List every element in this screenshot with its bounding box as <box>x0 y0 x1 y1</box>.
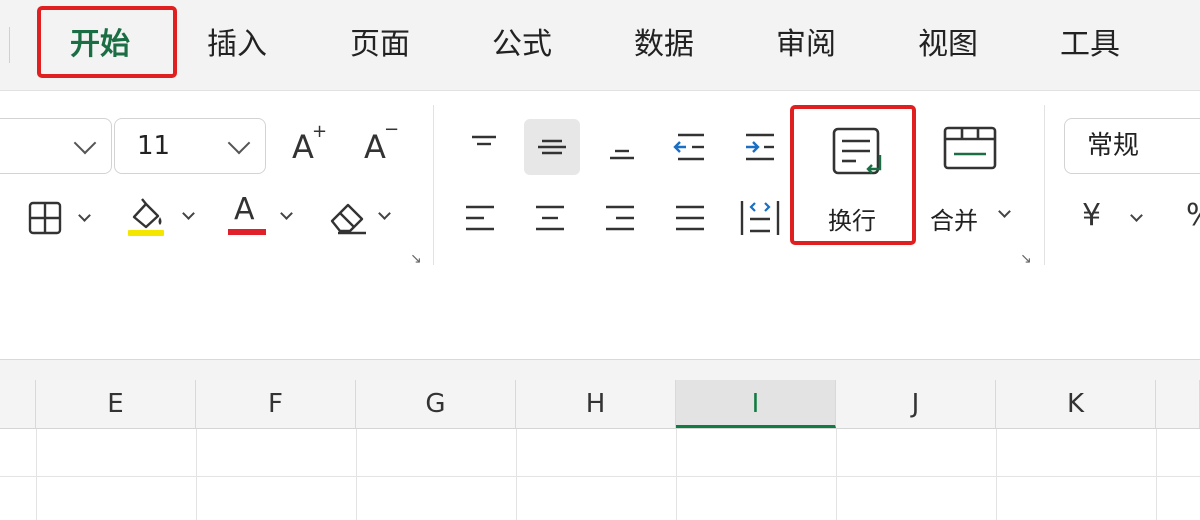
increase-font-size-button[interactable]: A + <box>290 121 330 167</box>
column-header-prev[interactable] <box>0 380 36 428</box>
align-top-button[interactable] <box>466 129 502 165</box>
paint-bucket-icon <box>128 198 164 236</box>
currency-format-button[interactable]: ¥ <box>1080 199 1150 239</box>
tab-formulas[interactable]: 公式 <box>482 22 562 68</box>
home-tab-highlight-box <box>37 6 177 78</box>
borders-icon <box>28 201 62 235</box>
column-gridline <box>996 429 997 520</box>
wrap-text-highlight-box <box>790 105 916 245</box>
tab-page[interactable]: 页面 <box>340 22 420 68</box>
column-header-j[interactable]: J <box>836 380 996 428</box>
chevron-down-icon <box>227 131 251 155</box>
align-center-button[interactable] <box>532 199 570 237</box>
increase-indent-button[interactable] <box>740 127 780 167</box>
tab-tools[interactable]: 工具 <box>1050 22 1130 68</box>
column-header-row: E F G H I J K <box>0 380 1200 429</box>
column-header-i-selected[interactable]: I <box>676 380 836 428</box>
merge-label: 合并 <box>930 207 978 235</box>
column-gridline <box>516 429 517 520</box>
tab-data[interactable]: 数据 <box>624 22 704 68</box>
font-color-button[interactable]: A <box>226 195 300 239</box>
alignment-dialog-launcher-icon[interactable]: ↘ <box>1020 251 1032 267</box>
increase-font-glyph: A <box>292 128 314 166</box>
group-divider <box>433 105 434 265</box>
chevron-down-icon <box>378 207 391 220</box>
column-header-h[interactable]: H <box>516 380 676 428</box>
decrease-font-glyph: A <box>364 128 386 166</box>
number-format-dropdown[interactable]: 常规 <box>1064 118 1200 174</box>
column-gridline <box>836 429 837 520</box>
number-format-value: 常规 <box>1087 131 1140 161</box>
tab-insert[interactable]: 插入 <box>197 22 277 68</box>
increase-font-sup: + <box>312 121 328 142</box>
chevron-down-icon <box>280 207 293 220</box>
align-left-button[interactable] <box>462 199 500 237</box>
tab-view[interactable]: 视图 <box>908 22 988 68</box>
align-right-button[interactable] <box>602 199 640 237</box>
ribbon-home-panel: 11 A + A − A ↘ 换行 合并 ↘ 常规 ¥ <box>0 90 1200 278</box>
tab-review[interactable]: 审阅 <box>766 22 846 68</box>
font-color-swatch <box>228 229 266 235</box>
eraser-icon <box>330 203 366 235</box>
font-dialog-launcher-icon[interactable]: ↘ <box>410 251 422 267</box>
align-bottom-button[interactable] <box>604 129 640 165</box>
chevron-down-icon <box>998 205 1011 218</box>
formula-bar-area[interactable] <box>0 277 1200 360</box>
fill-color-button[interactable] <box>126 195 200 239</box>
percent-format-button[interactable]: % <box>1182 199 1200 239</box>
merge-cells-icon <box>943 126 997 170</box>
column-gridline <box>676 429 677 520</box>
decrease-indent-button[interactable] <box>670 127 710 167</box>
column-gridline <box>196 429 197 520</box>
merge-button[interactable]: 合并 <box>928 113 1020 239</box>
row-gridline <box>0 476 1200 477</box>
column-header-k[interactable]: K <box>996 380 1156 428</box>
column-gridline <box>356 429 357 520</box>
font-size-dropdown[interactable]: 11 <box>114 118 266 174</box>
borders-button[interactable] <box>28 199 98 239</box>
group-divider <box>1044 105 1045 265</box>
chevron-down-icon <box>73 131 97 155</box>
column-gridline <box>36 429 37 520</box>
tab-bar-divider <box>9 27 10 63</box>
justify-button[interactable] <box>672 199 710 237</box>
cell-grid[interactable] <box>0 429 1200 520</box>
column-header-e[interactable]: E <box>36 380 196 428</box>
chevron-down-icon <box>1130 209 1143 222</box>
clear-format-button[interactable] <box>328 195 398 239</box>
percent-glyph: % <box>1186 201 1200 231</box>
ribbon-tab-bar: 开始 插入 页面 公式 数据 审阅 视图 工具 <box>0 0 1200 90</box>
decrease-font-size-button[interactable]: A − <box>362 119 402 167</box>
align-middle-button[interactable] <box>534 129 570 165</box>
font-size-value: 11 <box>137 131 171 161</box>
currency-glyph: ¥ <box>1082 198 1102 233</box>
column-header-f[interactable]: F <box>196 380 356 428</box>
decrease-font-sup: − <box>384 119 400 140</box>
column-gridline <box>1156 429 1157 520</box>
distributed-align-button[interactable] <box>738 197 782 239</box>
column-header-next[interactable] <box>1156 380 1200 428</box>
chevron-down-icon <box>182 207 195 220</box>
font-name-dropdown[interactable] <box>0 118 112 174</box>
chevron-down-icon <box>78 209 91 222</box>
font-color-glyph: A <box>234 192 255 227</box>
column-header-g[interactable]: G <box>356 380 516 428</box>
